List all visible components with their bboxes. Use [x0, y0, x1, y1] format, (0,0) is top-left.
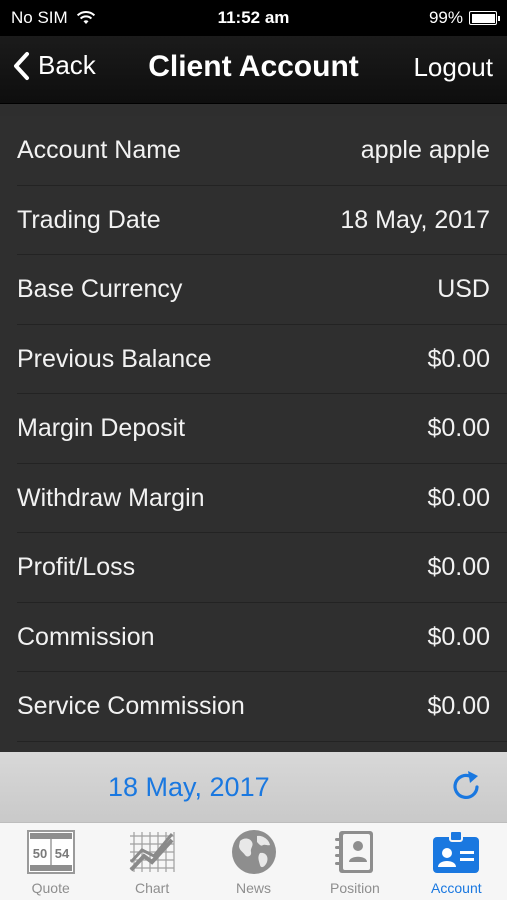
- refresh-icon[interactable]: [449, 768, 485, 804]
- row-value: $0.00: [427, 414, 490, 443]
- row-commission: Commission $0.00: [0, 603, 507, 673]
- row-account-name: Account Name apple apple: [0, 116, 507, 186]
- tab-quote[interactable]: 50 54 Quote: [0, 823, 101, 900]
- row-label: Previous Balance: [17, 344, 212, 373]
- row-profit-loss: Profit/Loss $0.00: [0, 533, 507, 603]
- row-label: Margin Deposit: [17, 414, 186, 443]
- row-label: Withdraw Margin: [17, 483, 205, 512]
- id-badge-icon: [431, 829, 481, 875]
- row-label: Base Currency: [17, 275, 183, 304]
- tab-label: News: [236, 880, 272, 896]
- row-previous-balance: Previous Balance $0.00: [0, 325, 507, 395]
- tab-account[interactable]: Account: [406, 823, 507, 900]
- row-label: Trading Date: [17, 205, 161, 234]
- tab-label: Chart: [134, 880, 170, 896]
- contact-book-icon: [330, 829, 380, 875]
- date-picker-button[interactable]: 18 May, 2017: [108, 772, 270, 803]
- battery-percent: 99%: [428, 8, 463, 27]
- list-top-spacer: [0, 104, 507, 116]
- row-trading-date: Trading Date 18 May, 2017: [0, 186, 507, 256]
- account-details: Account Name apple apple Trading Date 18…: [0, 104, 507, 752]
- status-bar: No SIM 11:52 am 99%: [0, 0, 507, 36]
- chart-icon: [127, 829, 177, 875]
- row-value: $0.00: [427, 483, 490, 512]
- tab-position[interactable]: Position: [304, 823, 405, 900]
- row-label: Profit/Loss: [17, 553, 136, 582]
- row-base-currency: Base Currency USD: [0, 255, 507, 325]
- quote-number-left: 50: [32, 846, 46, 861]
- row-value: $0.00: [427, 622, 490, 651]
- tab-label: Quote: [31, 880, 70, 896]
- tab-label: Account: [431, 880, 482, 896]
- tab-bar: 50 54 Quote Chart News Position Account: [0, 822, 507, 900]
- row-value: apple apple: [360, 136, 490, 165]
- navigation-bar: Back Client Account Logout: [0, 36, 507, 104]
- tab-news[interactable]: News: [203, 823, 304, 900]
- row-label: Commission: [17, 622, 155, 651]
- row-margin-deposit: Margin Deposit $0.00: [0, 394, 507, 464]
- row-value: $0.00: [427, 553, 490, 582]
- row-label: Account Name: [17, 136, 181, 165]
- battery-icon: [469, 11, 500, 25]
- quote-number-right: 54: [54, 846, 69, 861]
- quote-board-icon: 50 54: [26, 829, 76, 875]
- globe-icon: [229, 829, 279, 875]
- tab-label: Position: [330, 880, 380, 896]
- logout-button[interactable]: Logout: [413, 52, 493, 83]
- row-value: 18 May, 2017: [340, 205, 490, 234]
- row-value: $0.00: [427, 692, 490, 721]
- row-value: USD: [437, 275, 490, 304]
- row-label: Service Commission: [17, 692, 245, 721]
- date-bar: 18 May, 2017: [0, 752, 507, 822]
- row-withdraw-margin: Withdraw Margin $0.00: [0, 464, 507, 534]
- battery-status: 99%: [428, 8, 500, 28]
- row-service-commission: Service Commission $0.00: [0, 672, 507, 742]
- tab-chart[interactable]: Chart: [101, 823, 202, 900]
- row-value: $0.00: [427, 344, 490, 373]
